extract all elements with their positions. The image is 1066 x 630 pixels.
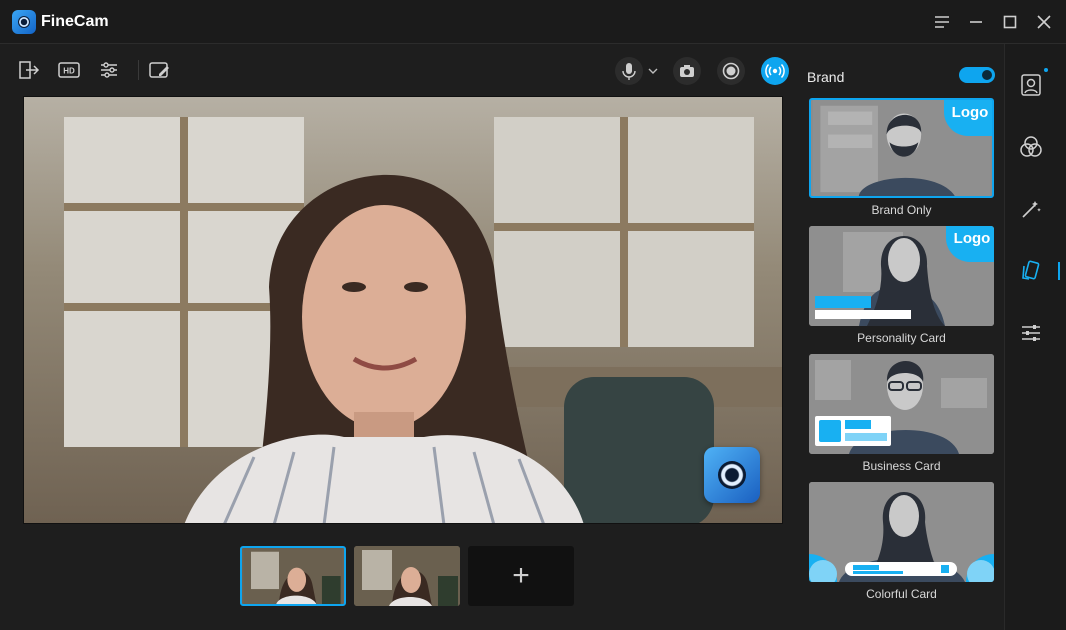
camera-preview	[23, 96, 783, 524]
camera-feed-image	[64, 117, 782, 523]
record-button[interactable]	[717, 57, 745, 85]
brand-logo-overlay	[704, 447, 760, 503]
microphone-icon	[622, 63, 636, 80]
template-brand-only[interactable]: Logo	[809, 98, 994, 198]
snapshot-button[interactable]	[673, 57, 701, 85]
whiteboard-icon[interactable]	[146, 57, 172, 83]
camera-thumbnail-2[interactable]	[354, 546, 460, 606]
template-personality-card[interactable]: Logo	[809, 226, 994, 326]
close-icon[interactable]	[1032, 10, 1056, 34]
brand-icon[interactable]	[1016, 256, 1046, 286]
template-business-card[interactable]	[809, 354, 994, 454]
add-camera-button[interactable]: +	[468, 546, 574, 606]
magic-wand-icon[interactable]	[1016, 194, 1046, 224]
template-colorful-card[interactable]	[809, 482, 994, 582]
filter-icon[interactable]	[1016, 132, 1046, 162]
hd-icon: HD	[58, 62, 80, 78]
template-label: Personality Card	[857, 331, 946, 345]
adjust-icon[interactable]	[96, 57, 122, 83]
camera-thumbnail-1[interactable]	[240, 546, 346, 606]
exit-icon[interactable]	[16, 57, 42, 83]
chevron-down-icon[interactable]	[646, 64, 660, 78]
record-icon	[722, 62, 740, 80]
microphone-button[interactable]	[615, 57, 643, 85]
brand-section-title: Brand	[807, 69, 845, 85]
title-bar: FineCam	[0, 0, 1066, 44]
colorful-card-preview	[809, 482, 994, 582]
hd-label: HD	[63, 67, 75, 76]
maximize-icon[interactable]	[998, 10, 1022, 34]
toolbar-divider	[138, 60, 139, 80]
menu-icon[interactable]	[930, 10, 954, 34]
settings-sliders-icon[interactable]	[1016, 318, 1046, 348]
camera-icon	[680, 65, 694, 77]
plus-icon: +	[512, 559, 530, 592]
app-logo	[12, 10, 36, 34]
template-label: Colorful Card	[866, 587, 937, 601]
live-stream-button[interactable]	[761, 57, 789, 85]
hd-button[interactable]: HD	[56, 57, 82, 83]
broadcast-icon	[765, 63, 785, 79]
template-label: Business Card	[862, 459, 941, 473]
active-indicator	[1058, 262, 1060, 280]
portrait-icon[interactable]	[1016, 70, 1046, 100]
thumbnail-image	[354, 546, 460, 606]
template-label: Brand Only	[871, 203, 932, 217]
minimize-icon[interactable]	[964, 10, 988, 34]
brand-toggle[interactable]	[959, 67, 995, 83]
thumbnail-image	[243, 548, 343, 604]
app-title: FineCam	[41, 13, 109, 30]
business-card-preview	[809, 354, 994, 454]
